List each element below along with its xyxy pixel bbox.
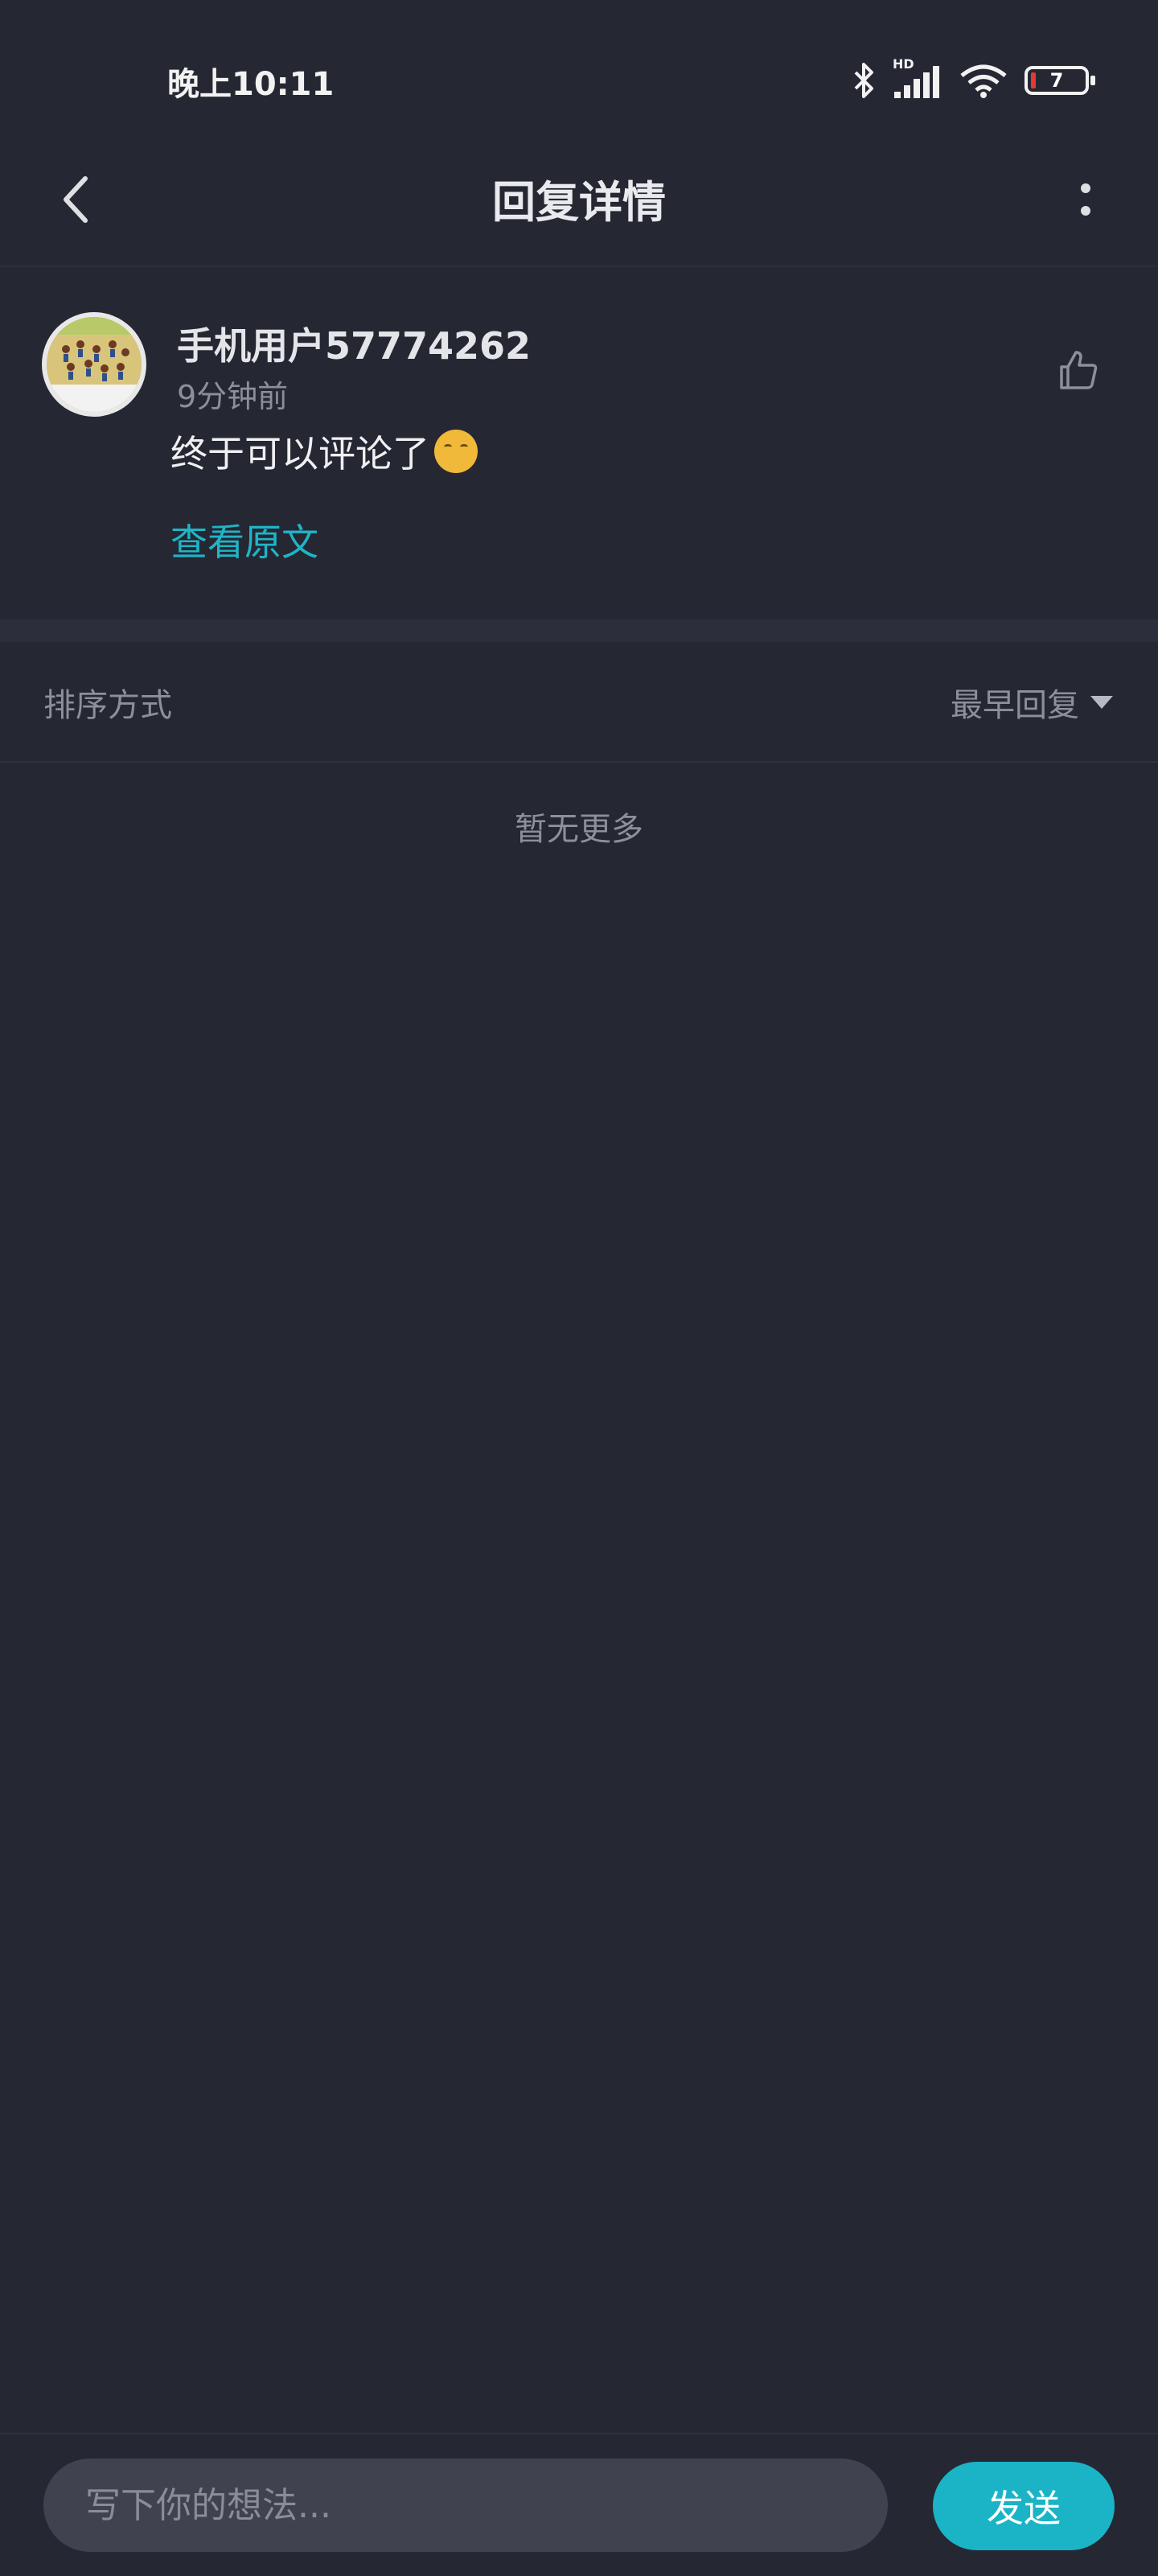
nav-bar: 回复详情 <box>0 137 1158 267</box>
comment-time: 9分钟前 <box>177 379 289 414</box>
reply-composer: 发送 <box>0 2433 1158 2576</box>
thumbs-up-icon <box>1055 348 1100 396</box>
reply-input[interactable] <box>43 2459 888 2552</box>
status-icons: HD 7 <box>852 56 1095 105</box>
battery-icon: 7 <box>1025 66 1095 95</box>
status-bar: 晚上10:11 HD 7 <box>0 0 1158 153</box>
status-time: 晚上10:11 <box>167 66 335 103</box>
smiling-face-emoji-icon <box>434 430 478 473</box>
view-original-link[interactable]: 查看原文 <box>170 513 318 566</box>
battery-level: 7 <box>1049 69 1064 92</box>
avatar[interactable] <box>42 312 146 417</box>
sort-selected-value: 最早回复 <box>951 687 1079 724</box>
wifi-icon <box>959 61 1008 100</box>
username[interactable]: 手机用户57774262 <box>177 317 531 370</box>
hd-badge: HD <box>893 56 914 72</box>
bluetooth-icon <box>852 61 877 100</box>
page-title: 回复详情 <box>492 177 666 228</box>
sort-label: 排序方式 <box>43 687 172 724</box>
more-options-button[interactable] <box>1045 161 1126 241</box>
sort-bar: 排序方式 最早回复 <box>0 642 1158 763</box>
like-button[interactable] <box>1045 339 1110 404</box>
section-divider <box>0 619 1158 642</box>
sort-dropdown[interactable]: 最早回复 <box>951 679 1113 726</box>
comment-body: 终于可以评论了 <box>170 432 429 475</box>
comment-text: 终于可以评论了 <box>170 425 478 478</box>
comment-card: 手机用户57774262 9分钟前 终于可以评论了 查看原文 <box>0 267 1158 619</box>
more-vertical-icon <box>1079 180 1092 222</box>
send-button[interactable]: 发送 <box>933 2462 1115 2550</box>
empty-replies-text: 暂无更多 <box>515 811 643 848</box>
signal-icon: HD <box>893 56 942 100</box>
caret-down-icon <box>1090 696 1113 709</box>
